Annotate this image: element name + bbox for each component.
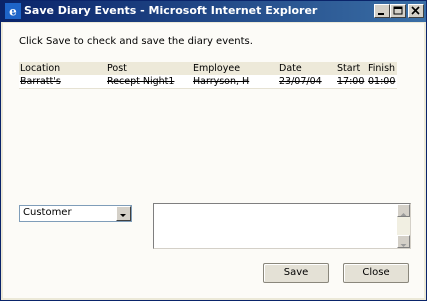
scroll-down-button[interactable] xyxy=(397,235,410,248)
instruction-text: Click Save to check and save the diary e… xyxy=(19,36,253,47)
cell-employee: Harryson, H xyxy=(193,76,250,87)
table-row[interactable]: Barratt's Recept Night1 Harryson, H 23/0… xyxy=(19,75,397,88)
column-header-location: Location xyxy=(20,63,61,74)
column-header-date: Date xyxy=(279,63,302,74)
table-header: Location Post Employee Date Start Finish xyxy=(19,62,397,75)
scroll-down-icon xyxy=(398,236,409,255)
maximize-button[interactable] xyxy=(390,4,406,18)
category-select[interactable]: Customer xyxy=(19,205,132,222)
dialog-body: Click Save to check and save the diary e… xyxy=(3,23,424,298)
category-select-value: Customer xyxy=(23,207,72,218)
close-icon xyxy=(409,5,423,17)
cell-date: 23/07/04 xyxy=(279,76,322,87)
cell-start: 17:00 xyxy=(337,76,365,87)
notes-textarea[interactable] xyxy=(153,203,411,249)
column-header-post: Post xyxy=(107,63,127,74)
internet-explorer-icon: e xyxy=(5,3,21,19)
title-bar[interactable]: e Save Diary Events - Microsoft Internet… xyxy=(1,1,426,22)
maximize-icon xyxy=(391,5,405,17)
scroll-up-button[interactable] xyxy=(397,204,410,217)
column-header-employee: Employee xyxy=(193,63,241,74)
close-dialog-button[interactable]: Close xyxy=(343,263,409,283)
cell-finish: 01:00 xyxy=(368,76,396,87)
cell-post: Recept Night1 xyxy=(107,76,175,87)
scroll-up-icon xyxy=(398,205,409,224)
column-header-start: Start xyxy=(337,63,361,74)
close-button[interactable] xyxy=(408,4,424,18)
svg-text:e: e xyxy=(9,5,17,19)
window-title: Save Diary Events - Microsoft Internet E… xyxy=(24,4,318,17)
ie-window: e Save Diary Events - Microsoft Internet… xyxy=(0,0,427,301)
table-divider xyxy=(19,88,397,89)
cell-location: Barratt's xyxy=(20,76,61,87)
dropdown-button[interactable] xyxy=(116,206,131,221)
chevron-down-icon xyxy=(117,207,130,226)
minimize-button[interactable] xyxy=(374,4,390,18)
minimize-icon xyxy=(375,5,389,17)
column-header-finish: Finish xyxy=(368,63,396,74)
save-button[interactable]: Save xyxy=(263,263,329,283)
vertical-scrollbar[interactable] xyxy=(397,204,410,248)
